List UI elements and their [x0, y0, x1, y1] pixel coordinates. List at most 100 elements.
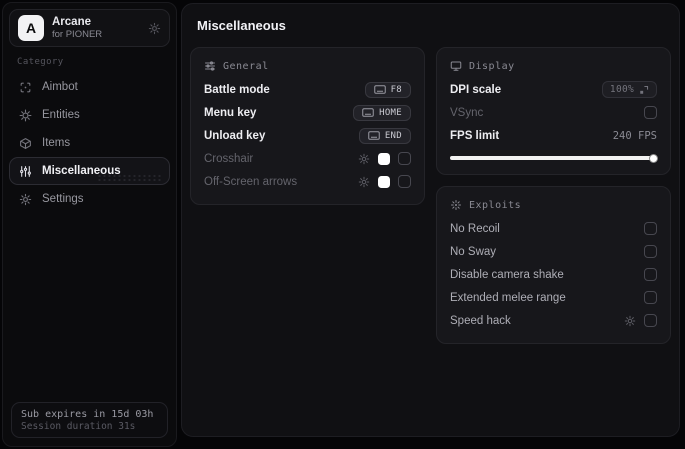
extended-melee-range-checkbox[interactable] [644, 291, 657, 304]
session-duration-text: Session duration 31s [21, 420, 136, 432]
setting-label: VSync [450, 106, 484, 119]
sidebar-item-label: Items [42, 137, 71, 149]
virus-icon [19, 109, 32, 122]
offscreen-arrows-checkbox[interactable] [398, 175, 411, 188]
setting-row-unload-key: Unload key END [204, 124, 411, 147]
sidebar-item-aimbot[interactable]: Aimbot [9, 73, 170, 101]
setting-row-disable-camera-shake: Disable camera shake [450, 263, 657, 286]
setting-label: No Sway [450, 245, 497, 258]
setting-label: Battle mode [204, 83, 270, 96]
category-label: Category [17, 57, 64, 67]
setting-label: Extended melee range [450, 291, 566, 304]
slider-track [450, 156, 657, 160]
gear-icon[interactable] [358, 176, 370, 188]
row-controls [358, 175, 411, 188]
sidebar-item-settings[interactable]: Settings [9, 185, 170, 213]
row-controls [624, 314, 657, 327]
color-swatch[interactable] [378, 175, 390, 188]
sliders-icon [19, 165, 32, 178]
setting-row-extended-melee-range: Extended melee range [450, 286, 657, 309]
setting-row-menu-key: Menu key HOME [204, 101, 411, 124]
keybind-value: END [384, 130, 402, 141]
cube-icon [19, 137, 32, 150]
keybind-chip[interactable]: HOME [353, 104, 411, 121]
setting-row-no-recoil: No Recoil [450, 217, 657, 240]
app-logo-letter: A [25, 20, 37, 36]
keyboard-icon [362, 108, 374, 117]
keyboard-icon [373, 85, 386, 94]
app-title: Arcane [52, 15, 91, 28]
display-header-label: Display [469, 60, 515, 72]
setting-label: Disable camera shake [450, 268, 564, 281]
setting-label: Unload key [204, 129, 266, 142]
exploits-header-label: Exploits [469, 199, 522, 211]
keybind-value: F8 [390, 84, 402, 95]
setting-label: Off-Screen arrows [204, 175, 298, 188]
app-subtitle: for PIONER [52, 29, 103, 41]
main-panel: Miscellaneous General Battle mode F8 Men… [181, 3, 680, 437]
speed-hack-checkbox[interactable] [644, 314, 657, 327]
display-panel: Display DPI scale 100% VSync FPS limit 2… [436, 47, 671, 175]
setting-label: Speed hack [450, 314, 511, 327]
exploits-header: Exploits [450, 196, 657, 214]
general-header-label: General [223, 60, 269, 72]
setting-row-speed-hack: Speed hack [450, 309, 657, 332]
no-sway-checkbox[interactable] [644, 245, 657, 258]
setting-row-vsync: VSync [450, 101, 657, 124]
setting-label: Menu key [204, 106, 257, 119]
sub-expiry-text: Sub expires in 15d 03h [21, 408, 154, 420]
setting-row-fps-limit: FPS limit 240 FPS [450, 124, 657, 147]
app-window: A Arcane for PIONER Category Aimbot Enti… [0, 0, 685, 449]
setting-row-battle-mode: Battle mode F8 [204, 78, 411, 101]
dpi-value: 100% [609, 84, 634, 95]
vsync-checkbox[interactable] [644, 106, 657, 119]
setting-label: Crosshair [204, 152, 254, 165]
sidebar-item-label: Aimbot [42, 81, 78, 93]
app-header: A Arcane for PIONER [9, 9, 170, 47]
gear-icon[interactable] [148, 22, 161, 35]
sidebar-item-label: Entities [42, 109, 80, 121]
gear-icon [19, 193, 32, 206]
dpi-scale-chip[interactable]: 100% [601, 81, 657, 98]
gear-icon[interactable] [624, 315, 636, 327]
sidebar-nav: Aimbot Entities Items Miscellaneous Sett… [9, 73, 170, 213]
color-swatch[interactable] [378, 152, 390, 165]
display-header: Display [450, 57, 657, 75]
fps-limit-slider[interactable] [450, 153, 658, 163]
setting-label: DPI scale [450, 83, 502, 96]
setting-label: No Recoil [450, 222, 500, 235]
sidebar-item-miscellaneous[interactable]: Miscellaneous [9, 157, 170, 185]
settings-grid: General Battle mode F8 Menu key HOME Unl… [190, 47, 671, 344]
keybind-chip[interactable]: END [358, 127, 411, 144]
app-logo: A [18, 15, 44, 41]
row-controls [358, 152, 411, 165]
keybind-value: HOME [379, 107, 402, 118]
sidebar-item-label: Settings [42, 193, 84, 205]
monitor-icon [450, 60, 462, 72]
no-recoil-checkbox[interactable] [644, 222, 657, 235]
gear-icon[interactable] [358, 153, 370, 165]
scale-icon [639, 85, 649, 95]
radiation-icon [450, 199, 462, 211]
tune-icon [204, 60, 216, 72]
setting-row-no-sway: No Sway [450, 240, 657, 263]
slider-knob[interactable] [649, 153, 658, 163]
app-titles: Arcane for PIONER [52, 15, 140, 41]
exploits-panel: Exploits No Recoil No Sway Disable camer… [436, 186, 671, 344]
keyboard-icon [368, 131, 380, 140]
crosshair-checkbox[interactable] [398, 152, 411, 165]
sidebar-item-entities[interactable]: Entities [9, 101, 170, 129]
disable-camera-shake-checkbox[interactable] [644, 268, 657, 281]
scan-icon [19, 81, 32, 94]
dots-decoration [97, 174, 161, 181]
keybind-chip[interactable]: F8 [364, 81, 411, 98]
page-title: Miscellaneous [197, 18, 286, 33]
setting-row-dpi-scale: DPI scale 100% [450, 78, 657, 101]
setting-label: FPS limit [450, 129, 500, 142]
general-panel: General Battle mode F8 Menu key HOME Unl… [190, 47, 425, 205]
subscription-info: Sub expires in 15d 03h Session duration … [11, 402, 168, 438]
sidebar-item-items[interactable]: Items [9, 129, 170, 157]
setting-row-crosshair: Crosshair [204, 147, 411, 170]
fps-limit-value: 240 FPS [612, 129, 657, 142]
setting-row-offscreen-arrows: Off-Screen arrows [204, 170, 411, 193]
